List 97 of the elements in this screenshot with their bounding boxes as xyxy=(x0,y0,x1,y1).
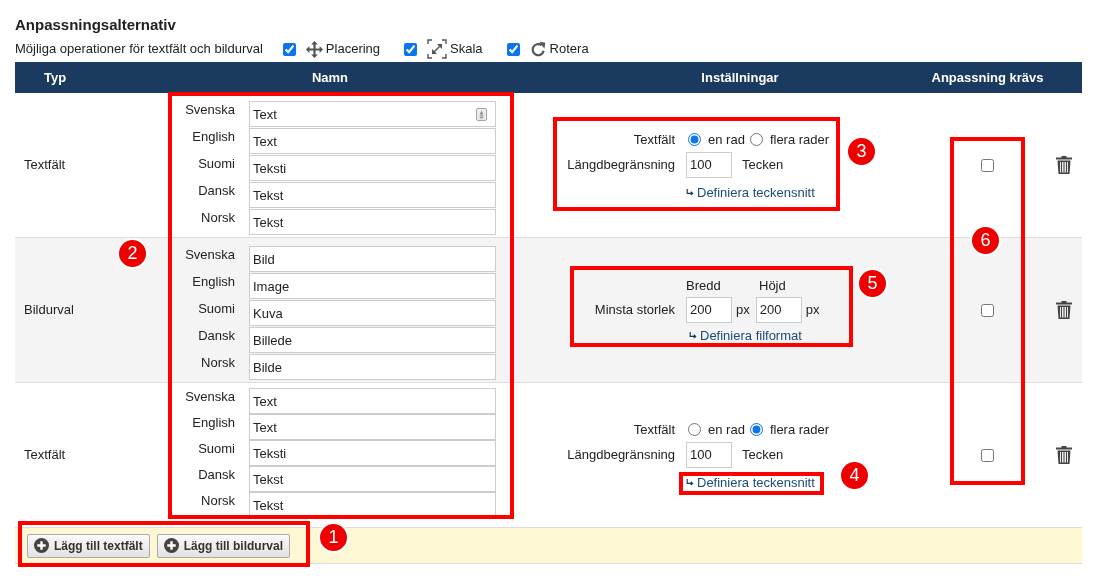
option-label: en rad xyxy=(708,421,745,439)
name-input[interactable]: Text xyxy=(249,101,496,127)
return-arrow-icon xyxy=(689,331,697,340)
trash-icon xyxy=(1055,446,1072,464)
type-label: Textfält xyxy=(24,156,66,175)
delete-button[interactable] xyxy=(1055,156,1072,174)
language-label: Svenska xyxy=(185,389,235,404)
number-input[interactable]: 200 xyxy=(686,296,732,323)
name-input[interactable]: Bild xyxy=(249,246,496,272)
radio-button[interactable] xyxy=(749,423,763,437)
checkbox[interactable] xyxy=(404,42,418,56)
language-label: Suomi xyxy=(198,301,235,316)
column-header: Anpassning krävs xyxy=(931,68,1044,87)
language-label: Svenska xyxy=(185,102,235,117)
column-label: Bredd xyxy=(686,277,722,295)
name-input[interactable]: Teksti xyxy=(249,440,496,466)
type-label: Bildurval xyxy=(24,301,74,320)
radio-button[interactable] xyxy=(749,133,763,147)
link[interactable]: Definiera teckensnitt xyxy=(686,182,833,203)
step-number: 4 xyxy=(841,462,868,489)
name-input[interactable]: Billede xyxy=(249,327,496,353)
checkbox[interactable] xyxy=(506,42,520,56)
name-input[interactable]: Text xyxy=(249,414,496,440)
language-label: Norsk xyxy=(201,210,235,225)
language-label: Dansk xyxy=(198,183,235,198)
language-label: Svenska xyxy=(185,247,235,262)
column-label: Höjd xyxy=(759,277,786,295)
option-label: en rad xyxy=(708,131,745,149)
option-label: flera rader xyxy=(769,131,830,149)
name-input[interactable]: Tekst xyxy=(249,209,496,235)
field-label: Textfält xyxy=(633,132,675,147)
language-label: English xyxy=(192,274,235,289)
step-number: 3 xyxy=(848,138,875,165)
rotate-icon xyxy=(529,40,547,58)
resize-icon xyxy=(427,39,448,59)
link[interactable]: Definiera teckensnitt xyxy=(686,472,833,493)
checkbox[interactable] xyxy=(981,158,994,172)
number-input[interactable]: 200 xyxy=(755,296,802,323)
number-input[interactable]: 100 xyxy=(686,441,732,468)
number-input[interactable]: 100 xyxy=(686,151,732,178)
plus-circle-icon xyxy=(163,538,179,553)
field-label: Textfält xyxy=(633,422,675,437)
option-label: Rotera xyxy=(549,40,589,59)
language-label: Norsk xyxy=(201,493,235,508)
move-icon xyxy=(305,40,323,58)
name-input[interactable]: Text xyxy=(249,388,496,414)
field-label: Längdbegränsning xyxy=(567,447,675,462)
radio-button[interactable] xyxy=(688,423,701,437)
return-arrow-icon xyxy=(686,188,694,197)
type-label: Textfält xyxy=(24,446,66,465)
return-arrow-icon xyxy=(686,478,694,487)
name-input[interactable]: Bilde xyxy=(249,354,496,380)
name-input[interactable]: Kuva xyxy=(249,300,496,326)
column-header: Typ xyxy=(43,68,67,87)
option-label: Placering xyxy=(325,40,381,59)
unit-label: px xyxy=(805,301,820,319)
add-button[interactable]: Lägg till bildurval xyxy=(156,533,290,558)
language-label: Suomi xyxy=(198,156,235,171)
language-label: English xyxy=(192,415,235,430)
name-input[interactable]: Text xyxy=(249,128,496,154)
name-input[interactable]: Image xyxy=(249,273,496,299)
column-header: Namn xyxy=(311,68,349,87)
checkbox[interactable] xyxy=(282,42,296,56)
column-header: Inställningar xyxy=(701,68,779,87)
step-number: 6 xyxy=(972,227,999,254)
unit-label: px xyxy=(736,301,750,319)
delete-button[interactable] xyxy=(1055,301,1072,319)
field-label: Längdbegränsning xyxy=(567,157,675,172)
trash-icon xyxy=(1055,301,1072,319)
step-number: 1 xyxy=(320,524,347,551)
checkbox[interactable] xyxy=(981,448,994,462)
field-label: Minsta storlek xyxy=(594,302,675,317)
language-label: Dansk xyxy=(198,328,235,343)
option-label: flera rader xyxy=(769,421,830,439)
section-title: Anpassningsalternativ xyxy=(15,16,177,34)
language-label: Dansk xyxy=(198,467,235,482)
name-input[interactable]: Teksti xyxy=(249,155,496,181)
language-label: Norsk xyxy=(201,355,235,370)
option-label: Skala xyxy=(450,40,483,59)
unit-label: Tecken xyxy=(742,156,784,174)
translate-icon xyxy=(476,107,487,121)
unit-label: Tecken xyxy=(742,446,784,464)
step-number: 2 xyxy=(119,240,146,267)
add-button[interactable]: Lägg till textfält xyxy=(27,533,150,558)
name-input[interactable]: Tekst xyxy=(249,466,496,492)
name-input[interactable]: Tekst xyxy=(249,492,496,518)
step-number: 5 xyxy=(859,270,886,297)
plus-circle-icon xyxy=(34,538,49,553)
radio-button[interactable] xyxy=(688,133,701,147)
delete-button[interactable] xyxy=(1055,446,1072,464)
checkbox[interactable] xyxy=(981,303,994,317)
language-label: English xyxy=(192,129,235,144)
link[interactable]: Definiera filformat xyxy=(689,325,820,346)
name-input[interactable]: Tekst xyxy=(249,182,496,208)
operations-label: Möjliga operationer för textfält och bildurval xyxy=(15,40,263,59)
language-label: Suomi xyxy=(198,441,235,456)
trash-icon xyxy=(1055,156,1072,174)
